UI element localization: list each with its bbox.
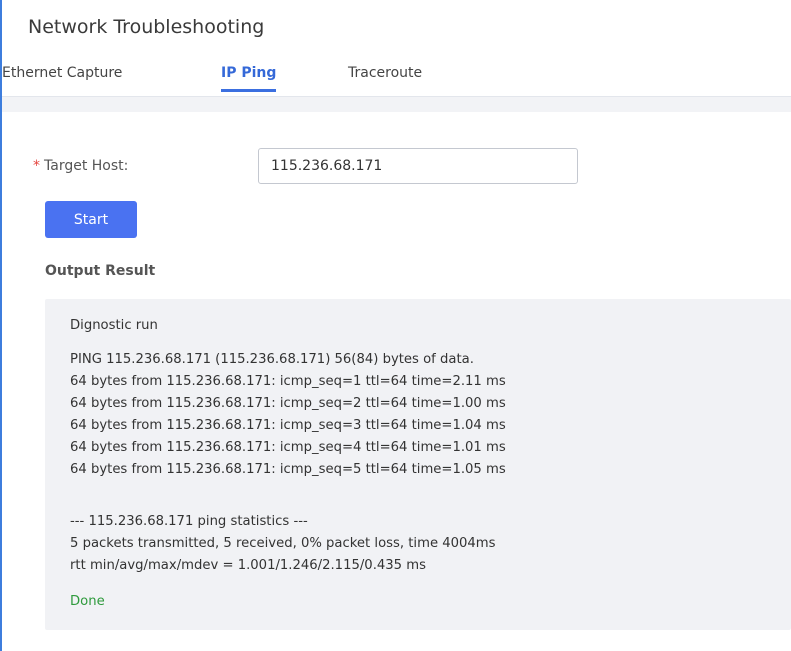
output-status-done: Done [70,594,105,609]
output-stats-line: rtt min/avg/max/mdev = 1.001/1.246/2.115… [70,558,426,573]
output-result-title: Output Result [45,263,156,279]
output-line: PING 115.236.68.171 (115.236.68.171) 56(… [70,352,474,367]
output-stats-line: --- 115.236.68.171 ping statistics --- [70,514,308,529]
section-divider [2,97,791,112]
output-run-label: Dignostic run [70,318,158,333]
target-host-input[interactable] [258,148,578,184]
tab-bar: Ethernet Capture IP Ping Traceroute [2,60,791,97]
start-button[interactable]: Start [45,201,137,238]
output-result-box: Dignostic run PING 115.236.68.171 (115.2… [45,299,791,630]
output-line: 64 bytes from 115.236.68.171: icmp_seq=3… [70,418,506,433]
output-line: 64 bytes from 115.236.68.171: icmp_seq=4… [70,440,506,455]
tab-ip-ping[interactable]: IP Ping [221,65,277,92]
target-host-label-text: Target Host: [44,158,129,174]
output-line: 64 bytes from 115.236.68.171: icmp_seq=5… [70,462,506,477]
page-title: Network Troubleshooting [28,16,265,38]
output-line: 64 bytes from 115.236.68.171: icmp_seq=1… [70,374,506,389]
network-troubleshooting-panel: Network Troubleshooting Ethernet Capture… [0,0,791,651]
output-line: 64 bytes from 115.236.68.171: icmp_seq=2… [70,396,506,411]
required-marker: * [33,158,40,174]
target-host-label: * Target Host: [33,158,128,174]
output-stats-line: 5 packets transmitted, 5 received, 0% pa… [70,536,496,551]
tab-ethernet-capture[interactable]: Ethernet Capture [2,65,122,81]
tab-traceroute[interactable]: Traceroute [348,65,422,81]
